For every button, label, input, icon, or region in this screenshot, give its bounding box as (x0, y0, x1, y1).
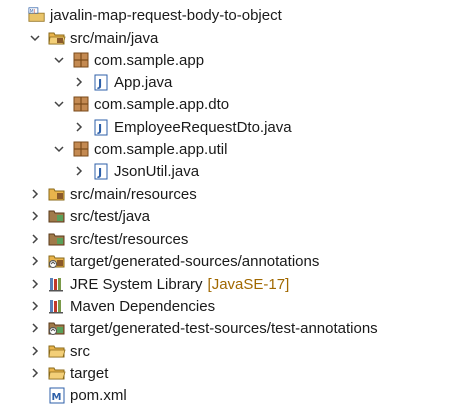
folder-icon (48, 342, 66, 360)
test-source-folder-icon (48, 207, 66, 225)
chevron-right-icon[interactable] (28, 277, 42, 291)
tree-item-package-dto[interactable]: com.sample.app.dto (0, 93, 474, 115)
tree-item-jre-system-library[interactable]: JRE System Library [JavaSE-17] (0, 273, 474, 295)
library-icon (48, 297, 66, 315)
tree-item-label: src/test/resources (70, 230, 189, 248)
chevron-down-icon[interactable] (52, 142, 66, 156)
svg-text:J: J (97, 166, 102, 179)
test-source-folder-icon (48, 230, 66, 248)
tree-item-generated-test-sources[interactable]: target/generated-test-sources/test-annot… (0, 317, 474, 339)
library-icon (48, 275, 66, 293)
tree-item-package-util[interactable]: com.sample.app.util (0, 138, 474, 160)
tree-item-label: target (70, 364, 109, 382)
package-icon (72, 51, 90, 69)
chevron-down-icon[interactable] (52, 53, 66, 67)
folder-icon (48, 364, 66, 382)
svg-text:M: M (52, 392, 62, 403)
tree-item-label: JRE System Library (70, 275, 203, 293)
tree-item-generated-sources[interactable]: target/generated-sources/annotations (0, 250, 474, 272)
package-icon (72, 95, 90, 113)
svg-text:J: J (97, 122, 102, 135)
tree-item-file-util[interactable]: J JsonUtil.java (0, 160, 474, 182)
chevron-down-icon[interactable] (28, 31, 42, 45)
tree-item-label: src/main/resources (70, 185, 197, 203)
chevron-right-icon[interactable] (28, 254, 42, 268)
java-file-icon: J (92, 162, 110, 180)
tree-item-label: src (70, 342, 90, 360)
tree-item-label: JsonUtil.java (114, 162, 200, 180)
project-explorer-tree: M J javalin-map-request-body-to-object s… (0, 0, 474, 413)
tree-item-label: Maven Dependencies (70, 297, 216, 315)
tree-item-src-test-resources[interactable]: src/test/resources (0, 228, 474, 250)
java-project-icon: M J (28, 6, 46, 24)
chevron-down-icon[interactable] (52, 97, 66, 111)
tree-item-src[interactable]: src (0, 340, 474, 362)
chevron-right-icon[interactable] (72, 75, 86, 89)
tree-item-label: pom.xml (70, 386, 127, 404)
tree-item-pom[interactable]: M pom.xml (0, 384, 474, 406)
chevron-right-icon[interactable] (28, 321, 42, 335)
tree-item-label: target/generated-test-sources/test-annot… (70, 319, 378, 337)
svg-text:J: J (97, 77, 102, 90)
chevron-right-icon[interactable] (28, 344, 42, 358)
source-folder-icon (48, 185, 66, 203)
tree-item-src-main-resources[interactable]: src/main/resources (0, 183, 474, 205)
tree-item-target[interactable]: target (0, 362, 474, 384)
tree-item-label: App.java (114, 73, 173, 91)
tree-item-src-main-java[interactable]: src/main/java (0, 27, 474, 49)
generated-folder-icon (48, 252, 66, 270)
tree-item-label: com.sample.app.util (94, 140, 228, 158)
package-icon (72, 140, 90, 158)
tree-item-file-app[interactable]: J App.java (0, 71, 474, 93)
tree-item-file-dto[interactable]: J EmployeeRequestDto.java (0, 116, 474, 138)
java-file-icon: J (92, 73, 110, 91)
tree-item-label: src/main/java (70, 29, 159, 47)
tree-item-label: src/test/java (70, 207, 151, 225)
java-file-icon: J (92, 118, 110, 136)
chevron-right-icon[interactable] (72, 164, 86, 178)
tree-item-maven-dependencies[interactable]: Maven Dependencies (0, 295, 474, 317)
tree-item-package-app[interactable]: com.sample.app (0, 49, 474, 71)
tree-item-project[interactable]: M J javalin-map-request-body-to-object (0, 4, 474, 26)
maven-pom-icon: M (48, 386, 66, 404)
tree-item-src-test-java[interactable]: src/test/java (0, 205, 474, 227)
chevron-right-icon[interactable] (72, 120, 86, 134)
chevron-right-icon[interactable] (28, 232, 42, 246)
chevron-right-icon[interactable] (28, 299, 42, 313)
tree-item-label: target/generated-sources/annotations (70, 252, 320, 270)
tree-item-label: javalin-map-request-body-to-object (50, 6, 282, 24)
chevron-right-icon[interactable] (28, 366, 42, 380)
source-folder-icon (48, 29, 66, 47)
tree-item-label: com.sample.app (94, 51, 205, 69)
chevron-right-icon[interactable] (28, 187, 42, 201)
generated-test-folder-icon (48, 319, 66, 337)
tree-item-label: EmployeeRequestDto.java (114, 118, 292, 136)
svg-text:J: J (33, 8, 35, 14)
chevron-right-icon[interactable] (28, 209, 42, 223)
library-version-decoration: [JavaSE-17] (207, 275, 290, 293)
tree-item-label: com.sample.app.dto (94, 95, 230, 113)
